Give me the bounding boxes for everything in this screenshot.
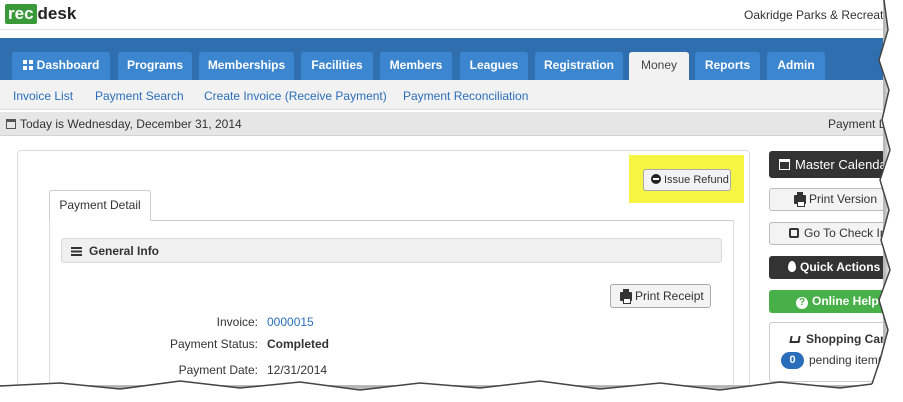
- issue-refund-label: Issue Refund: [664, 174, 729, 186]
- top-bar: rec desk Oakridge Parks & Recreati: [0, 0, 884, 30]
- tab-facilities[interactable]: Facilities: [301, 52, 373, 80]
- general-info-title: General Info: [89, 244, 160, 258]
- main-nav: Dashboard Programs Memberships Facilitie…: [0, 38, 883, 80]
- print-receipt-label: Print Receipt: [635, 289, 704, 303]
- tab-memberships[interactable]: Memberships: [199, 52, 294, 80]
- shopping-cart-label: Shopping Cart: [806, 332, 884, 346]
- list-icon: [71, 247, 82, 256]
- pending-count-badge: 0: [781, 352, 804, 369]
- master-calendar-label: Master Calenda: [795, 157, 884, 172]
- calendar-icon: [779, 159, 790, 170]
- printer-icon: [794, 192, 806, 207]
- print-receipt-button[interactable]: Print Receipt: [610, 284, 711, 308]
- subnav-payment-search[interactable]: Payment Search: [95, 89, 184, 103]
- today-date: Today is Wednesday, December 31, 2014: [20, 117, 242, 131]
- tab-reports[interactable]: Reports: [695, 52, 760, 80]
- tab-programs[interactable]: Programs: [118, 52, 192, 80]
- shopping-cart-box: Shopping Cart 0 pending item(s: [769, 322, 884, 382]
- tab-dashboard-label: Dashboard: [36, 58, 100, 72]
- go-to-check-in-button[interactable]: Go To Check In: [769, 222, 884, 245]
- tab-dashboard[interactable]: Dashboard: [12, 52, 110, 80]
- quick-actions-button[interactable]: Quick Actions: [769, 256, 883, 279]
- calendar-icon: [6, 119, 16, 129]
- shopping-cart-title[interactable]: Shopping Cart: [789, 332, 884, 346]
- subnav-create-invoice[interactable]: Create Invoice (Receive Payment): [204, 89, 387, 103]
- grid-icon: [22, 60, 33, 70]
- payment-status-value: Completed: [267, 337, 330, 351]
- invoice-label: Invoice:: [216, 315, 258, 329]
- recdesk-page: rec desk Oakridge Parks & Recreati Dashb…: [0, 0, 884, 386]
- print-version-button[interactable]: Print Version: [769, 188, 883, 211]
- logo-rec-text: rec: [5, 4, 37, 24]
- issue-refund-button[interactable]: Issue Refund: [643, 169, 731, 191]
- payment-date-value: 12/31/2014: [267, 363, 328, 377]
- tab-leagues[interactable]: Leagues: [460, 52, 528, 80]
- recdesk-logo[interactable]: rec desk: [5, 4, 76, 24]
- tab-payment-detail[interactable]: Payment Detail: [49, 190, 151, 221]
- subnav-payment-reconciliation[interactable]: Payment Reconciliation: [403, 89, 528, 103]
- question-icon: ?: [796, 297, 808, 309]
- payment-status-label: Payment Status:: [169, 337, 258, 351]
- logo-desk-text: desk: [37, 4, 77, 23]
- online-help-button[interactable]: ? Online Help: [769, 290, 883, 313]
- pending-items-text: pending item(s: [809, 353, 884, 367]
- online-help-label: Online Help: [812, 294, 879, 308]
- tab-money[interactable]: Money: [629, 52, 689, 80]
- sub-nav: Invoice List Payment Search Create Invoi…: [0, 80, 883, 110]
- flame-icon: [788, 261, 796, 272]
- subnav-invoice-list[interactable]: Invoice List: [13, 89, 73, 103]
- tab-admin[interactable]: Admin: [767, 52, 825, 80]
- tab-registration[interactable]: Registration: [535, 52, 623, 80]
- print-version-label: Print Version: [809, 192, 878, 206]
- payment-date-label: Payment Date:: [178, 363, 258, 377]
- check-square-icon: [789, 228, 799, 238]
- organization-name: Oakridge Parks & Recreati: [744, 8, 884, 22]
- printer-icon: [620, 289, 632, 304]
- quick-actions-label: Quick Actions: [800, 260, 881, 274]
- minus-circle-icon: [651, 174, 661, 184]
- invoice-link[interactable]: 0000015: [267, 315, 314, 329]
- cart-icon: [789, 336, 801, 343]
- go-to-check-in-label: Go To Check In: [804, 226, 884, 240]
- master-calendar-button[interactable]: Master Calenda: [769, 151, 884, 178]
- date-bar: Today is Wednesday, December 31, 2014 Pa…: [0, 112, 883, 136]
- payment-link[interactable]: Payment L: [828, 117, 883, 131]
- general-info-header[interactable]: General Info: [61, 238, 722, 263]
- tab-members[interactable]: Members: [380, 52, 452, 80]
